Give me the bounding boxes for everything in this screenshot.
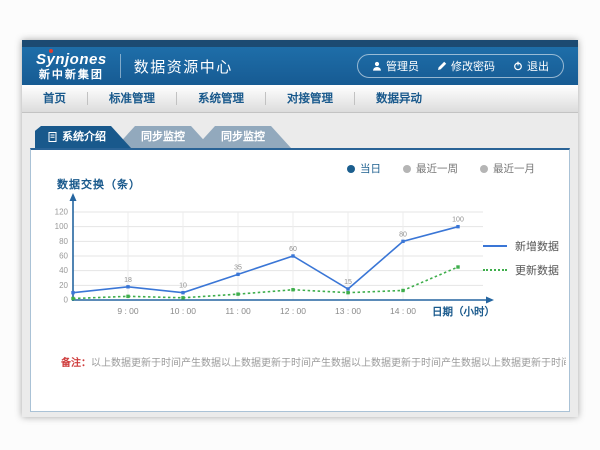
svg-text:100: 100 [452,217,464,224]
tab-1[interactable]: 系统介绍 [35,126,131,148]
footnote-label: 备注： [61,358,91,369]
range-option-2[interactable]: 最近一周 [403,161,458,176]
tab-3[interactable]: 同步监控 [195,126,291,148]
header-divider [120,54,121,78]
power-icon [513,61,523,71]
tab-label: 同步监控 [141,126,185,148]
change-password-button[interactable]: 修改密码 [437,58,495,74]
radio-icon [480,165,488,173]
footnote: 备注：以上数据更新于时间产生数据以上数据更新于时间产生数据以上数据更新于时间产生… [61,354,566,369]
user-menu: 管理员 修改密码 退出 [357,54,564,78]
nav-item-3[interactable]: 系统管理 [177,86,265,112]
svg-text:0: 0 [64,296,69,305]
user-label: 管理员 [386,58,419,74]
logout-button[interactable]: 退出 [513,58,549,74]
user-icon [372,61,382,71]
footnote-text: 以上数据更新于时间产生数据以上数据更新于时间产生数据以上数据更新于时间产生数据以… [91,358,566,369]
svg-text:10 : 00: 10 : 00 [170,306,196,316]
document-icon [48,132,57,142]
svg-text:35: 35 [234,264,242,271]
user-account-button[interactable]: 管理员 [372,58,419,74]
legend-label: 新增数据 [515,238,559,254]
svg-text:20: 20 [59,281,68,290]
nav-item-1[interactable]: 首页 [22,86,87,112]
svg-text:9 : 00: 9 : 00 [117,306,139,316]
svg-text:80: 80 [59,237,68,246]
legend-label: 更新数据 [515,262,559,278]
svg-text:40: 40 [59,266,68,275]
range-option-3[interactable]: 最近一月 [480,161,535,176]
tab-2[interactable]: 同步监控 [115,126,211,148]
svg-text:60: 60 [59,252,68,261]
svg-text:15: 15 [344,279,352,286]
svg-text:11 : 00: 11 : 00 [225,306,251,316]
edit-icon [437,61,447,71]
nav-item-5[interactable]: 数据异动 [355,86,443,112]
legend-item-1: 新增数据 [483,238,559,254]
legend-line-sample [483,269,507,271]
radio-selected-icon [347,165,355,173]
range-option-label: 最近一月 [493,161,535,176]
page-title: 数据资源中心 [134,56,233,77]
company-logo[interactable]: Synjones 新中新集团 [36,52,107,81]
tab-label: 同步监控 [221,126,265,148]
svg-text:13 : 00: 13 : 00 [335,306,361,316]
svg-text:80: 80 [399,231,407,238]
legend-line-sample [483,245,507,247]
change-password-label: 修改密码 [451,58,495,74]
nav-item-4[interactable]: 对接管理 [266,86,354,112]
svg-text:18: 18 [124,277,132,284]
radio-icon [403,165,411,173]
range-option-label: 当日 [360,161,381,176]
logo-red-dot-icon [49,49,53,53]
svg-text:100: 100 [55,222,69,231]
logo-subtext: 新中新集团 [39,70,104,81]
svg-text:14 : 00: 14 : 00 [390,306,416,316]
svg-text:120: 120 [55,208,69,217]
content-panel: 当日最近一周最近一月 数据交换（条） 0204060801001209 : 00… [30,148,570,412]
app-header: Synjones 新中新集团 数据资源中心 管理员 修改密码 退出 [22,47,578,85]
svg-text:10: 10 [179,283,187,290]
svg-text:12 : 00: 12 : 00 [280,306,306,316]
svg-text:日期（小时）: 日期（小时） [432,305,495,318]
window-titlebar [22,40,578,47]
range-option-1[interactable]: 当日 [347,161,381,176]
chart-svg: 0 20 40 60 80 100 120 9 : 00 10 : 00 11 : 00 12 : … [43,188,513,330]
tab-bar: 系统介绍 同步监控 同步监控 [35,126,578,148]
logout-label: 退出 [527,58,549,74]
range-options: 当日 最近一周 最近一月 [347,161,535,176]
logo-text: Synjones [36,51,107,68]
main-nav: 首页标准管理系统管理对接管理数据异动 [22,85,578,113]
legend-item-2: 更新数据 [483,262,559,278]
logo-wordmark: Synjones [36,52,107,67]
nav-item-2[interactable]: 标准管理 [88,86,176,112]
screen: Synjones 新中新集团 数据资源中心 管理员 修改密码 退出 [0,0,600,450]
tab-label: 系统介绍 [62,126,106,148]
svg-text:60: 60 [289,246,297,253]
app-window: Synjones 新中新集团 数据资源中心 管理员 修改密码 退出 [22,40,578,417]
range-option-label: 最近一周 [416,161,458,176]
chart-legend: 新增数据更新数据 [483,238,559,286]
